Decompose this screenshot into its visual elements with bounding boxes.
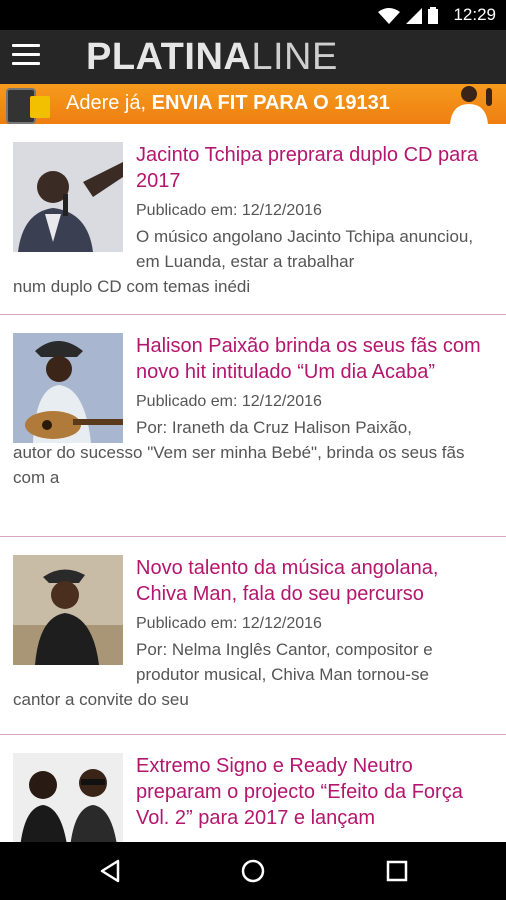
status-icons [378, 7, 438, 24]
sim-icon [30, 96, 50, 118]
article-card[interactable]: Halison Paixão brinda os seus fãs com no… [0, 315, 506, 537]
app-bar: PLATINALINE [0, 30, 506, 84]
back-triangle-icon[interactable] [96, 856, 126, 886]
navigation-bar [0, 842, 506, 900]
home-circle-icon[interactable] [238, 856, 268, 886]
excerpt-rest: num duplo CD com temas inédi [13, 277, 251, 296]
logo-light: LINE [251, 36, 338, 78]
article-title[interactable]: Jacinto Tchipa preprara duplo CD para 20… [136, 142, 492, 194]
excerpt-rest: autor do sucesso "Vem ser minha Bebé", b… [13, 443, 465, 487]
wifi-icon [378, 7, 400, 24]
article-thumbnail [13, 753, 123, 842]
article-card[interactable]: Extremo Signo e Ready Neutro preparam o … [0, 735, 506, 842]
excerpt-first-line: Por: Iraneth da Cruz Halison Paixão, [136, 418, 412, 437]
hamburger-menu-icon[interactable] [12, 44, 40, 68]
status-time: 12:29 [453, 5, 496, 24]
article-date: Publicado em: 12/12/2016 [136, 393, 322, 410]
logo-bold: PLATINA [86, 36, 252, 78]
article-card[interactable]: Novo talento da música angolana, Chiva M… [0, 537, 506, 735]
person-illustration [450, 86, 492, 124]
excerpt-first-line: Por: Nelma Inglês Cantor, compositor e p… [136, 640, 433, 684]
excerpt-first-line: O músico angolano Jacinto Tchipa anuncio… [136, 227, 474, 271]
article-date: Publicado em: 12/12/2016 [136, 615, 322, 632]
status-bar: 12:29 [0, 0, 506, 30]
article-title[interactable]: Halison Paixão brinda os seus fãs com no… [136, 333, 492, 385]
news-feed[interactable]: Jacinto Tchipa preprara duplo CD para 20… [0, 124, 506, 842]
article-title[interactable]: Novo talento da música angolana, Chiva M… [136, 555, 492, 607]
promo-banner[interactable]: Adere já, ENVIA FIT PARA O 19131 [0, 84, 506, 124]
banner-text: Adere já, ENVIA FIT PARA O 19131 [66, 92, 390, 115]
app-logo: PLATINALINE [86, 36, 338, 79]
article-thumbnail [13, 555, 123, 665]
banner-prefix: Adere já, [66, 92, 152, 114]
battery-icon [428, 7, 438, 24]
banner-main: ENVIA FIT PARA O 19131 [151, 92, 390, 114]
recents-square-icon[interactable] [382, 856, 412, 886]
signal-icon [406, 7, 422, 24]
article-card[interactable]: Jacinto Tchipa preprara duplo CD para 20… [0, 124, 506, 315]
article-thumbnail [13, 142, 123, 252]
excerpt-rest: cantor a convite do seu [13, 690, 189, 709]
article-date: Publicado em: 12/12/2016 [136, 202, 322, 219]
article-title[interactable]: Extremo Signo e Ready Neutro preparam o … [136, 753, 492, 831]
article-thumbnail [13, 333, 123, 443]
